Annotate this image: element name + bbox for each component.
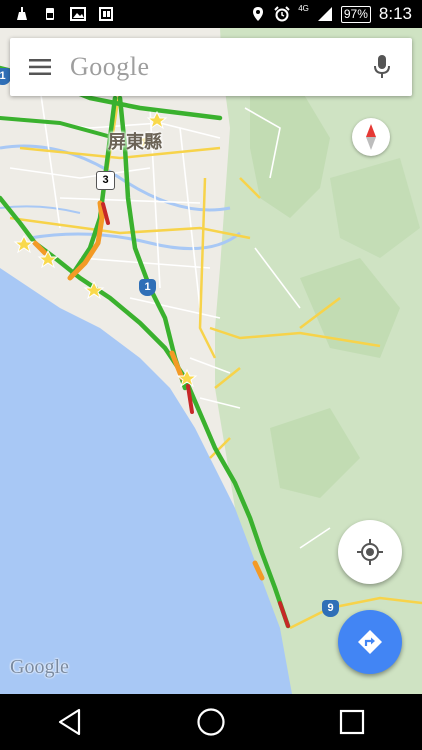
road-shield-1: 1 [139, 279, 156, 296]
home-button[interactable] [181, 694, 241, 750]
road-shield-3: 3 [96, 171, 115, 190]
back-icon [59, 708, 81, 736]
back-button[interactable] [40, 694, 100, 750]
recents-icon [339, 709, 364, 735]
place-label: 屏東縣 [108, 132, 162, 153]
search-bar[interactable]: Google [10, 38, 412, 96]
home-icon [197, 708, 225, 736]
alarm-icon [274, 6, 290, 22]
phone-clean-icon [46, 8, 54, 20]
signal-icon [317, 7, 332, 21]
status-bar: 4G 97% 8:13 [0, 0, 422, 28]
my-location-button[interactable] [338, 520, 402, 584]
compass-button[interactable] [352, 118, 390, 156]
cleaner-icon [17, 7, 27, 20]
menu-icon[interactable] [10, 38, 70, 96]
my-location-icon [357, 539, 383, 565]
road-shield-9: 9 [322, 600, 339, 617]
compass-icon [366, 124, 376, 150]
microphone-icon[interactable] [352, 38, 412, 96]
map-view[interactable]: 屏東縣 3 1 9 1 Google Google [0, 28, 422, 694]
network-type: 4G [298, 3, 309, 13]
image-icon [70, 7, 86, 21]
battery-indicator: 97% [340, 5, 371, 23]
sim-icon [99, 7, 113, 21]
google-watermark: Google [10, 656, 69, 678]
directions-icon [358, 630, 382, 654]
clock: 8:13 [378, 4, 412, 23]
navigation-bar [0, 694, 422, 750]
directions-button[interactable] [338, 610, 402, 674]
search-input[interactable]: Google [70, 52, 150, 82]
recents-button[interactable] [322, 694, 382, 750]
location-icon [253, 7, 264, 21]
